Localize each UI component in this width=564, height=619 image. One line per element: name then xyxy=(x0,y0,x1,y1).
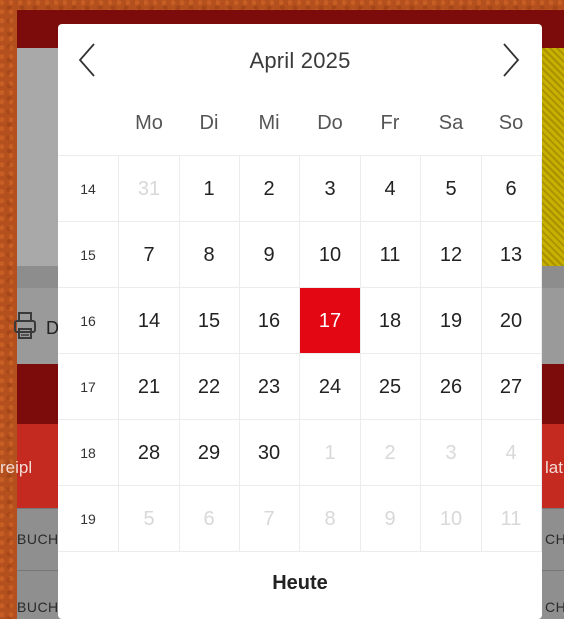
calendar-week-row: 18 28 29 30 1 2 3 4 xyxy=(58,419,542,486)
background-row-label-right: CHE xyxy=(545,599,564,615)
calendar-day[interactable]: 3 xyxy=(421,420,482,486)
today-button[interactable]: Heute xyxy=(58,572,542,595)
weekday-label: Mo xyxy=(135,112,163,134)
calendar-day[interactable]: 6 xyxy=(179,486,240,552)
weekday-label: Fr xyxy=(380,112,400,134)
calendar-day[interactable]: 18 xyxy=(360,288,421,354)
week-number: 14 xyxy=(58,156,119,222)
calendar-day[interactable]: 10 xyxy=(300,222,361,288)
calendar-day[interactable]: 2 xyxy=(360,420,421,486)
calendar-day[interactable]: 15 xyxy=(179,288,240,354)
calendar-day[interactable]: 10 xyxy=(421,486,482,552)
calendar-day[interactable]: 20 xyxy=(481,288,542,354)
calendar-day[interactable]: 12 xyxy=(421,222,482,288)
week-number: 16 xyxy=(58,288,119,354)
calendar-day[interactable]: 30 xyxy=(239,420,300,486)
datepicker-header: April 2025 xyxy=(58,24,542,100)
calendar-day[interactable]: 1 xyxy=(300,420,361,486)
calendar-day[interactable]: 28 xyxy=(119,420,180,486)
calendar-day[interactable]: 9 xyxy=(360,486,421,552)
weekday-label: Do xyxy=(317,112,343,134)
calendar-day[interactable]: 23 xyxy=(239,354,300,420)
weekday-label: Di xyxy=(199,112,219,134)
calendar-day[interactable]: 4 xyxy=(360,156,421,222)
calendar-day[interactable]: 8 xyxy=(300,486,361,552)
calendar-day[interactable]: 4 xyxy=(481,420,542,486)
calendar-day[interactable]: 11 xyxy=(360,222,421,288)
month-title: April 2025 xyxy=(249,48,351,73)
calendar-day[interactable]: 24 xyxy=(300,354,361,420)
background-tab-right: lat xyxy=(545,458,563,477)
calendar-week-row: 19 5 6 7 8 9 10 11 xyxy=(58,485,542,552)
background-row-label: BUCH xyxy=(17,531,59,547)
week-number: 15 xyxy=(58,222,119,288)
background-row-label-right: CHE xyxy=(545,531,564,547)
calendar-day[interactable]: 5 xyxy=(119,486,180,552)
calendar-day[interactable]: 5 xyxy=(421,156,482,222)
calendar-week-row: 14 31 1 2 3 4 5 6 xyxy=(58,155,542,222)
weekday-header: Mo Di Mi Do Fr Sa So xyxy=(58,112,542,152)
calendar-day[interactable]: 26 xyxy=(421,354,482,420)
calendar-day[interactable]: 27 xyxy=(481,354,542,420)
calendar-grid: 14 31 1 2 3 4 5 6 15 7 8 9 10 11 12 13 1… xyxy=(58,155,542,552)
calendar-day-selected[interactable]: 17 xyxy=(300,288,361,354)
calendar-day[interactable]: 14 xyxy=(119,288,180,354)
calendar-day[interactable]: 21 xyxy=(119,354,180,420)
weekday-label: Sa xyxy=(438,112,464,134)
background-row-label: BUCH xyxy=(17,599,59,615)
weekday-label: So xyxy=(498,112,524,134)
print-icon xyxy=(14,312,36,340)
datepicker: April 2025 Mo Di Mi Do Fr Sa So 14 31 1 … xyxy=(58,24,542,619)
calendar-week-row: 17 21 22 23 24 25 26 27 xyxy=(58,353,542,420)
calendar-day[interactable]: 11 xyxy=(481,486,542,552)
calendar-day[interactable]: 29 xyxy=(179,420,240,486)
background-tab-left: reipl xyxy=(0,458,33,477)
week-number: 18 xyxy=(58,420,119,486)
calendar-day[interactable]: 31 xyxy=(119,156,180,222)
week-number: 19 xyxy=(58,486,119,552)
calendar-day[interactable]: 22 xyxy=(179,354,240,420)
calendar-day[interactable]: 16 xyxy=(239,288,300,354)
weekday-label: Mi xyxy=(258,112,280,134)
calendar-day[interactable]: 3 xyxy=(300,156,361,222)
calendar-day[interactable]: 7 xyxy=(119,222,180,288)
datepicker-footer: Heute xyxy=(58,551,542,619)
next-month-button[interactable] xyxy=(490,38,530,82)
chevron-right-icon xyxy=(503,43,520,77)
calendar-day[interactable]: 13 xyxy=(481,222,542,288)
calendar-day[interactable]: 7 xyxy=(239,486,300,552)
calendar-day[interactable]: 8 xyxy=(179,222,240,288)
calendar-day[interactable]: 25 xyxy=(360,354,421,420)
calendar-day[interactable]: 9 xyxy=(239,222,300,288)
calendar-day[interactable]: 1 xyxy=(179,156,240,222)
calendar-week-row: 15 7 8 9 10 11 12 13 xyxy=(58,221,542,288)
calendar-day[interactable]: 19 xyxy=(421,288,482,354)
calendar-week-row: 16 14 15 16 17 18 19 20 xyxy=(58,287,542,354)
calendar-day[interactable]: 6 xyxy=(481,156,542,222)
week-number: 17 xyxy=(58,354,119,420)
calendar-day[interactable]: 2 xyxy=(239,156,300,222)
